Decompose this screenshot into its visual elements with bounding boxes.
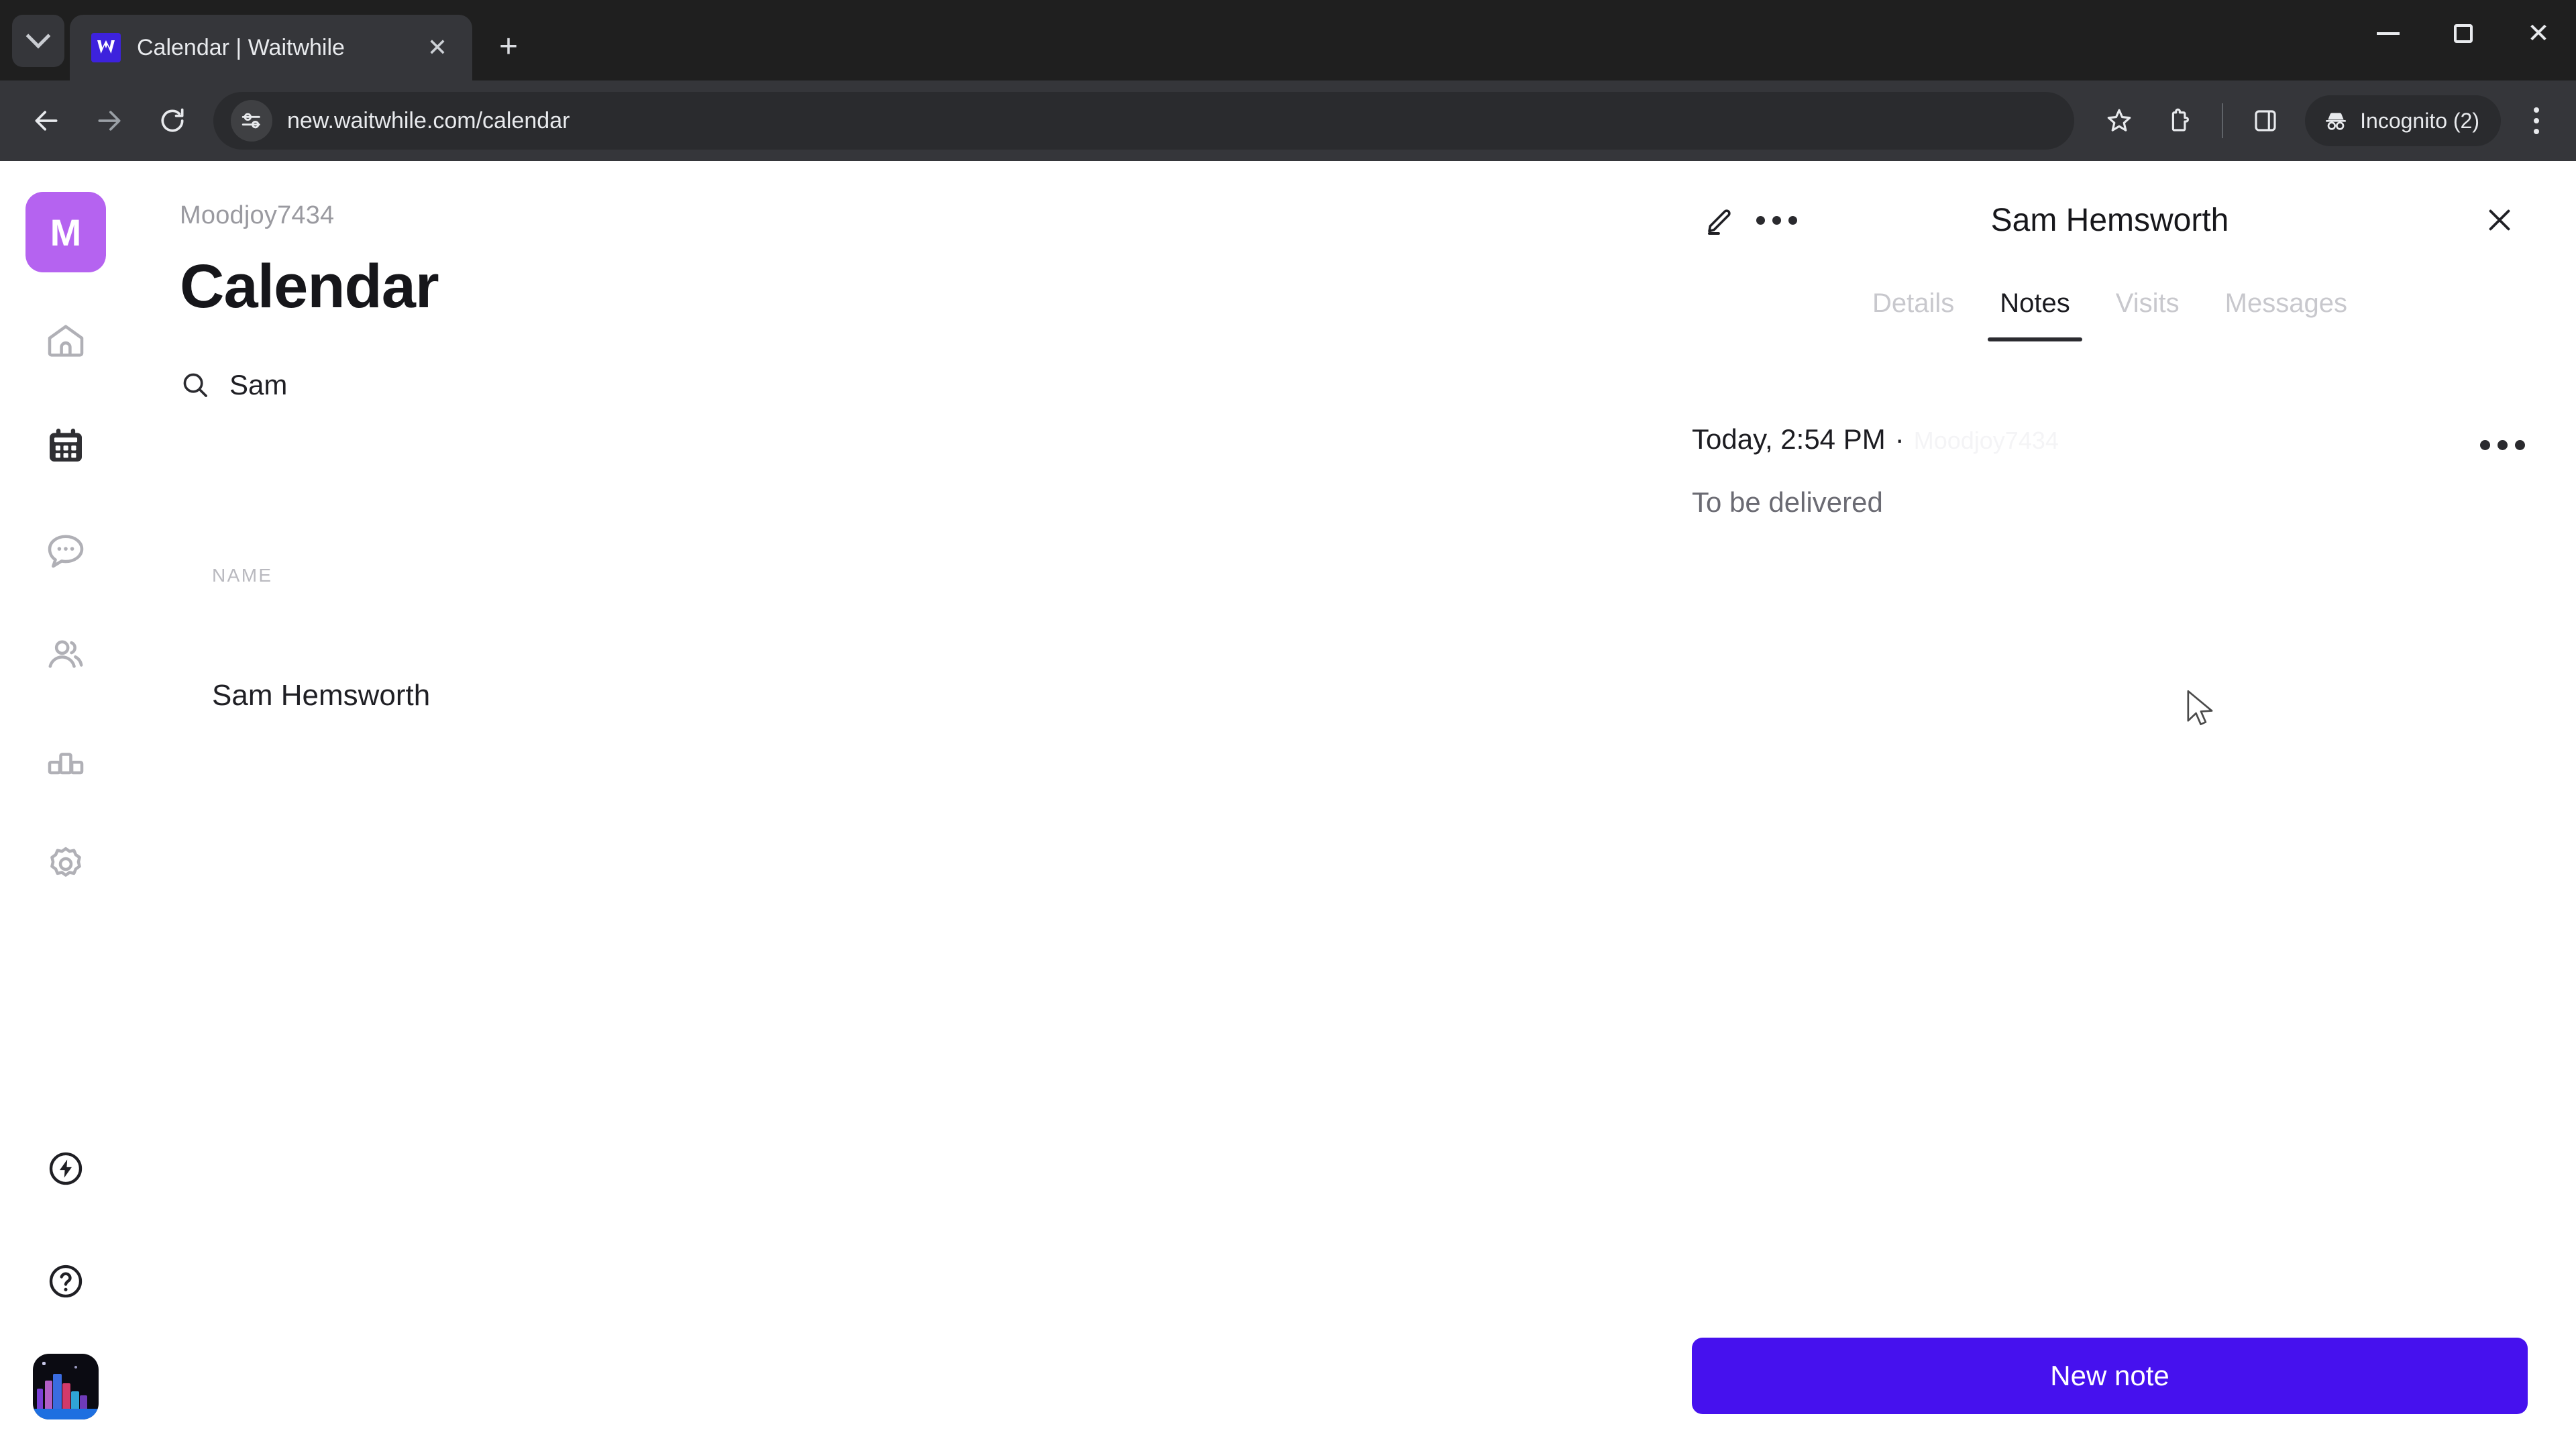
forward-arrow-icon <box>98 111 121 131</box>
sidebar-item-help[interactable] <box>25 1241 106 1322</box>
customer-detail-panel: Sam Hemsworth Details Notes Visits Messa… <box>1644 161 2576 1449</box>
side-panel-button[interactable] <box>2238 93 2293 148</box>
people-icon <box>48 640 83 668</box>
side-panel-icon <box>2255 110 2276 131</box>
tab-close-button[interactable]: ✕ <box>420 30 455 65</box>
search-input-value: Sam <box>229 369 288 400</box>
bookmark-button[interactable] <box>2092 93 2147 148</box>
extensions-icon <box>2171 108 2190 131</box>
incognito-indicator[interactable]: Incognito (2) <box>2305 95 2501 146</box>
close-icon: ✕ <box>2527 19 2550 48</box>
tab-details[interactable]: Details <box>1849 282 1977 341</box>
extensions-button[interactable] <box>2152 93 2207 148</box>
sidebar-bottom-group <box>25 1128 106 1449</box>
lightning-circle-icon <box>49 1152 83 1185</box>
incognito-label: Incognito (2) <box>2360 108 2479 133</box>
panel-more-button[interactable] <box>1748 192 1805 248</box>
tab-strip: Calendar | Waitwhile ✕ + ✕ <box>0 0 2576 80</box>
star-icon <box>2107 109 2131 131</box>
sidebar-item-home[interactable] <box>25 301 106 381</box>
browser-toolbar: new.waitwhile.com/calendar Incognito (2) <box>0 80 2576 161</box>
window-close-button[interactable]: ✕ <box>2501 0 2576 67</box>
panel-footer: New note <box>1692 1338 2528 1414</box>
sidebar-item-messages[interactable] <box>25 510 106 590</box>
browser-tab[interactable]: Calendar | Waitwhile ✕ <box>70 15 472 80</box>
note-meta: Today, 2:54 PM · Moodjoy7434 <box>1692 423 2447 455</box>
close-icon <box>2489 209 2510 231</box>
calendar-icon <box>50 428 82 462</box>
restore-icon <box>2454 24 2473 43</box>
page-title: Calendar <box>180 252 439 321</box>
reload-icon <box>161 108 184 132</box>
note-author: Moodjoy7434 <box>1913 427 2059 454</box>
question-circle-icon <box>49 1265 83 1298</box>
back-button[interactable] <box>17 92 75 150</box>
chat-bubble-icon <box>48 535 84 568</box>
note-item: Today, 2:54 PM · Moodjoy7434 To be deliv… <box>1692 423 2528 519</box>
bar-chart-icon <box>48 753 84 775</box>
gear-icon <box>50 847 81 877</box>
table-column-header-name: NAME <box>212 565 273 586</box>
minimize-icon <box>2377 32 2400 35</box>
panel-header: Sam Hemsworth <box>1692 161 2528 279</box>
browser-menu-button[interactable] <box>2514 93 2559 148</box>
more-horizontal-icon <box>1756 215 1797 225</box>
left-sidebar: M <box>0 161 131 1449</box>
tab-visits[interactable]: Visits <box>2093 282 2202 341</box>
org-name: Moodjoy7434 <box>180 201 335 229</box>
home-icon <box>48 325 84 357</box>
more-horizontal-icon <box>2479 439 2525 450</box>
incognito-icon <box>2326 113 2347 130</box>
avatar-detail <box>33 1409 99 1419</box>
tab-notes[interactable]: Notes <box>1977 282 2093 341</box>
toolbar-divider <box>2222 103 2224 138</box>
avatar[interactable] <box>33 1354 99 1419</box>
search-input[interactable]: Sam <box>180 353 1644 417</box>
address-bar-url: new.waitwhile.com/calendar <box>287 107 570 133</box>
kebab-menu-icon <box>2534 107 2539 113</box>
tab-messages[interactable]: Messages <box>2202 282 2370 341</box>
tab-search-button[interactable] <box>12 15 64 67</box>
note-more-button[interactable] <box>2477 426 2528 464</box>
sidebar-item-settings[interactable] <box>25 824 106 904</box>
note-body: To be delivered <box>1692 486 1883 518</box>
back-arrow-icon <box>35 111 58 131</box>
sidebar-item-customers[interactable] <box>25 614 106 695</box>
panel-title: Sam Hemsworth <box>1990 202 2229 238</box>
main-content: Moodjoy7434 Calendar Sam NAME Sam Hemswo… <box>131 161 1644 1449</box>
panel-tabs: Details Notes Visits Messages <box>1692 282 2528 341</box>
app-viewport: M Moodjoy7434 Calendar Sam NAME Sam Hems… <box>0 161 2576 1449</box>
notes-list: Today, 2:54 PM · Moodjoy7434 To be deliv… <box>1692 423 2528 519</box>
browser-chrome: Calendar | Waitwhile ✕ + ✕ new.waitwhile… <box>0 0 2576 161</box>
avatar-detail <box>74 1366 77 1368</box>
sidebar-item-quick-actions[interactable] <box>25 1128 106 1209</box>
kebab-menu-icon <box>2534 118 2539 123</box>
chevron-down-icon <box>25 23 51 49</box>
pencil-icon <box>1707 209 1731 235</box>
sidebar-item-analytics[interactable] <box>25 719 106 800</box>
table-row[interactable]: Sam Hemsworth <box>180 659 1644 733</box>
reload-button[interactable] <box>144 92 201 150</box>
edit-button[interactable] <box>1692 192 1748 248</box>
address-bar[interactable]: new.waitwhile.com/calendar <box>213 92 2075 150</box>
search-icon <box>183 373 207 397</box>
brand-logo[interactable]: M <box>25 192 106 272</box>
waitwhile-favicon <box>91 33 121 62</box>
browser-tab-title: Calendar | Waitwhile <box>137 34 345 60</box>
table-cell-name: Sam Hemsworth <box>212 679 431 712</box>
window-maximize-button[interactable] <box>2426 0 2501 67</box>
new-tab-button[interactable]: + <box>484 23 533 71</box>
window-minimize-button[interactable] <box>2351 0 2426 67</box>
note-timestamp: Today, 2:54 PM <box>1692 423 1886 455</box>
avatar-detail <box>42 1362 46 1365</box>
forward-button[interactable] <box>80 92 138 150</box>
window-controls: ✕ <box>2351 0 2576 67</box>
note-meta-separator: · <box>1894 423 1904 455</box>
sidebar-item-calendar[interactable] <box>25 405 106 486</box>
tune-icon[interactable] <box>231 100 272 142</box>
panel-close-button[interactable] <box>2471 192 2528 248</box>
kebab-menu-icon <box>2534 129 2539 134</box>
new-note-button[interactable]: New note <box>1692 1338 2528 1414</box>
